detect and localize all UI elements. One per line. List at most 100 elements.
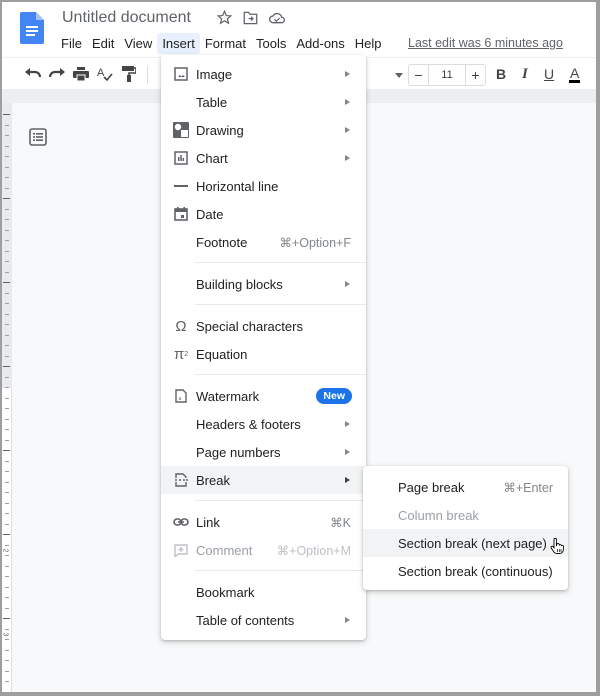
app-window: Untitled document File Edit View Insert …: [2, 2, 596, 692]
italic-button[interactable]: I: [522, 66, 528, 83]
menu-item-link[interactable]: Link ⌘K: [161, 508, 366, 536]
menu-item-building-blocks[interactable]: Building blocks: [161, 270, 366, 298]
ruler-tick: [5, 691, 9, 692]
ruler-tick: [5, 271, 9, 273]
menu-item-footnote[interactable]: Footnote ⌘+Option+F: [161, 228, 366, 256]
ruler-tick: [5, 387, 9, 388]
ruler-tick: [5, 639, 9, 640]
menu-item-comment: Comment ⌘+Option+M: [161, 536, 366, 564]
menu-item-horizontal-line[interactable]: Horizontal line: [161, 172, 366, 200]
ruler-tick: [5, 429, 9, 430]
submenu-arrow-icon: [345, 99, 350, 105]
submenu-arrow-icon: [345, 127, 350, 133]
ruler-tick: [5, 166, 9, 168]
menu-file[interactable]: File: [56, 33, 87, 54]
image-icon: [172, 65, 190, 83]
ruler-tick: [5, 544, 9, 546]
ruler-tick: [5, 649, 9, 651]
menu-divider: [195, 570, 366, 571]
menu-help[interactable]: Help: [350, 33, 387, 54]
menu-item-image[interactable]: Image: [161, 60, 366, 88]
spellcheck-icon[interactable]: A: [96, 65, 114, 83]
menu-item-table[interactable]: Table: [161, 88, 366, 116]
ruler-tick: [3, 366, 10, 367]
menu-tools[interactable]: Tools: [251, 33, 291, 54]
header: Untitled document File Edit View Insert …: [2, 2, 596, 57]
ruler-tick: [5, 250, 9, 252]
menu-divider: [195, 374, 366, 375]
ruler-tick: [5, 397, 9, 399]
menu-view[interactable]: View: [119, 33, 157, 54]
text-color-button[interactable]: A: [569, 66, 581, 83]
horizontal-line-icon: [172, 177, 190, 195]
ruler-tick: [5, 576, 9, 577]
menu-divider: [195, 304, 366, 305]
submenu-arrow-icon: [345, 477, 350, 483]
menu-item-drawing[interactable]: Drawing: [161, 116, 366, 144]
menu-item-break[interactable]: Break: [161, 466, 366, 494]
pi-icon: π2: [173, 345, 189, 363]
docs-logo-icon[interactable]: [20, 12, 44, 44]
ruler-tick: [5, 460, 9, 462]
ruler-label: 2: [2, 548, 9, 553]
ruler-tick: [5, 513, 9, 514]
ruler-tick: [5, 156, 9, 157]
decrease-font-size-button[interactable]: −: [409, 65, 429, 85]
document-title[interactable]: Untitled document: [62, 9, 191, 27]
ruler-tick: [5, 292, 9, 294]
paint-format-icon[interactable]: [120, 65, 138, 83]
menu-item-watermark[interactable]: a Watermark New: [161, 382, 366, 410]
move-to-folder-icon[interactable]: [242, 9, 259, 26]
shortcut: ⌘+Option+F: [279, 235, 351, 250]
font-size-input[interactable]: 11: [429, 65, 465, 85]
menu-item-page-numbers[interactable]: Page numbers: [161, 438, 366, 466]
ruler-tick: [5, 492, 9, 493]
submenu-item-section-break-continuous[interactable]: Section break (continuous): [363, 557, 568, 585]
undo-icon[interactable]: [24, 65, 42, 83]
menu-item-bookmark[interactable]: Bookmark: [161, 578, 366, 606]
ruler-tick: [5, 502, 9, 504]
underline-button[interactable]: U: [544, 66, 554, 82]
omega-icon: Ω: [175, 317, 187, 335]
submenu-item-page-break[interactable]: Page break ⌘+Enter: [363, 473, 568, 501]
ruler-tick: [3, 618, 10, 619]
menu-insert[interactable]: Insert: [157, 33, 200, 54]
redo-icon[interactable]: [48, 65, 66, 83]
menu-format[interactable]: Format: [200, 33, 251, 54]
submenu-item-section-break-next-page[interactable]: Section break (next page): [363, 529, 568, 557]
hand-pointer-cursor-icon: [550, 538, 564, 554]
menu-item-chart[interactable]: Chart: [161, 144, 366, 172]
menu-add-ons[interactable]: Add-ons: [291, 33, 349, 54]
ruler-tick: [3, 450, 10, 451]
ruler-tick: [5, 607, 9, 609]
ruler-tick: [3, 198, 10, 199]
ruler-tick: [5, 324, 9, 325]
ruler-tick: [5, 670, 9, 672]
ruler-tick: [5, 376, 9, 378]
star-icon[interactable]: [216, 9, 233, 26]
font-dropdown-chevron-icon[interactable]: [390, 66, 408, 84]
increase-font-size-button[interactable]: +: [465, 65, 485, 85]
menu-item-special-characters[interactable]: Ω Special characters: [161, 312, 366, 340]
ruler-tick: [5, 628, 9, 630]
ruler-tick: [5, 261, 9, 262]
ruler-tick: [5, 355, 9, 357]
menu-divider: [195, 500, 366, 501]
menu-edit[interactable]: Edit: [87, 33, 119, 54]
last-edit-link[interactable]: Last edit was 6 minutes ago: [408, 36, 563, 50]
bold-button[interactable]: B: [496, 66, 506, 82]
menu-item-headers-footers[interactable]: Headers & footers: [161, 410, 366, 438]
menu-bar: File Edit View Insert Format Tools Add-o…: [56, 33, 387, 54]
document-outline-icon[interactable]: [29, 128, 47, 146]
cloud-status-icon[interactable]: [268, 9, 285, 26]
menu-item-date[interactable]: Date: [161, 200, 366, 228]
shortcut: ⌘K: [330, 515, 351, 530]
vertical-ruler[interactable]: 2 3: [2, 103, 12, 692]
menu-item-equation[interactable]: π2 Equation: [161, 340, 366, 368]
ruler-tick: [5, 208, 9, 210]
print-icon[interactable]: [72, 65, 90, 83]
menu-item-table-of-contents[interactable]: Table of contents: [161, 606, 366, 634]
ruler-tick: [5, 177, 9, 178]
font-size-control: − 11 +: [408, 64, 486, 86]
submenu-arrow-icon: [345, 281, 350, 287]
